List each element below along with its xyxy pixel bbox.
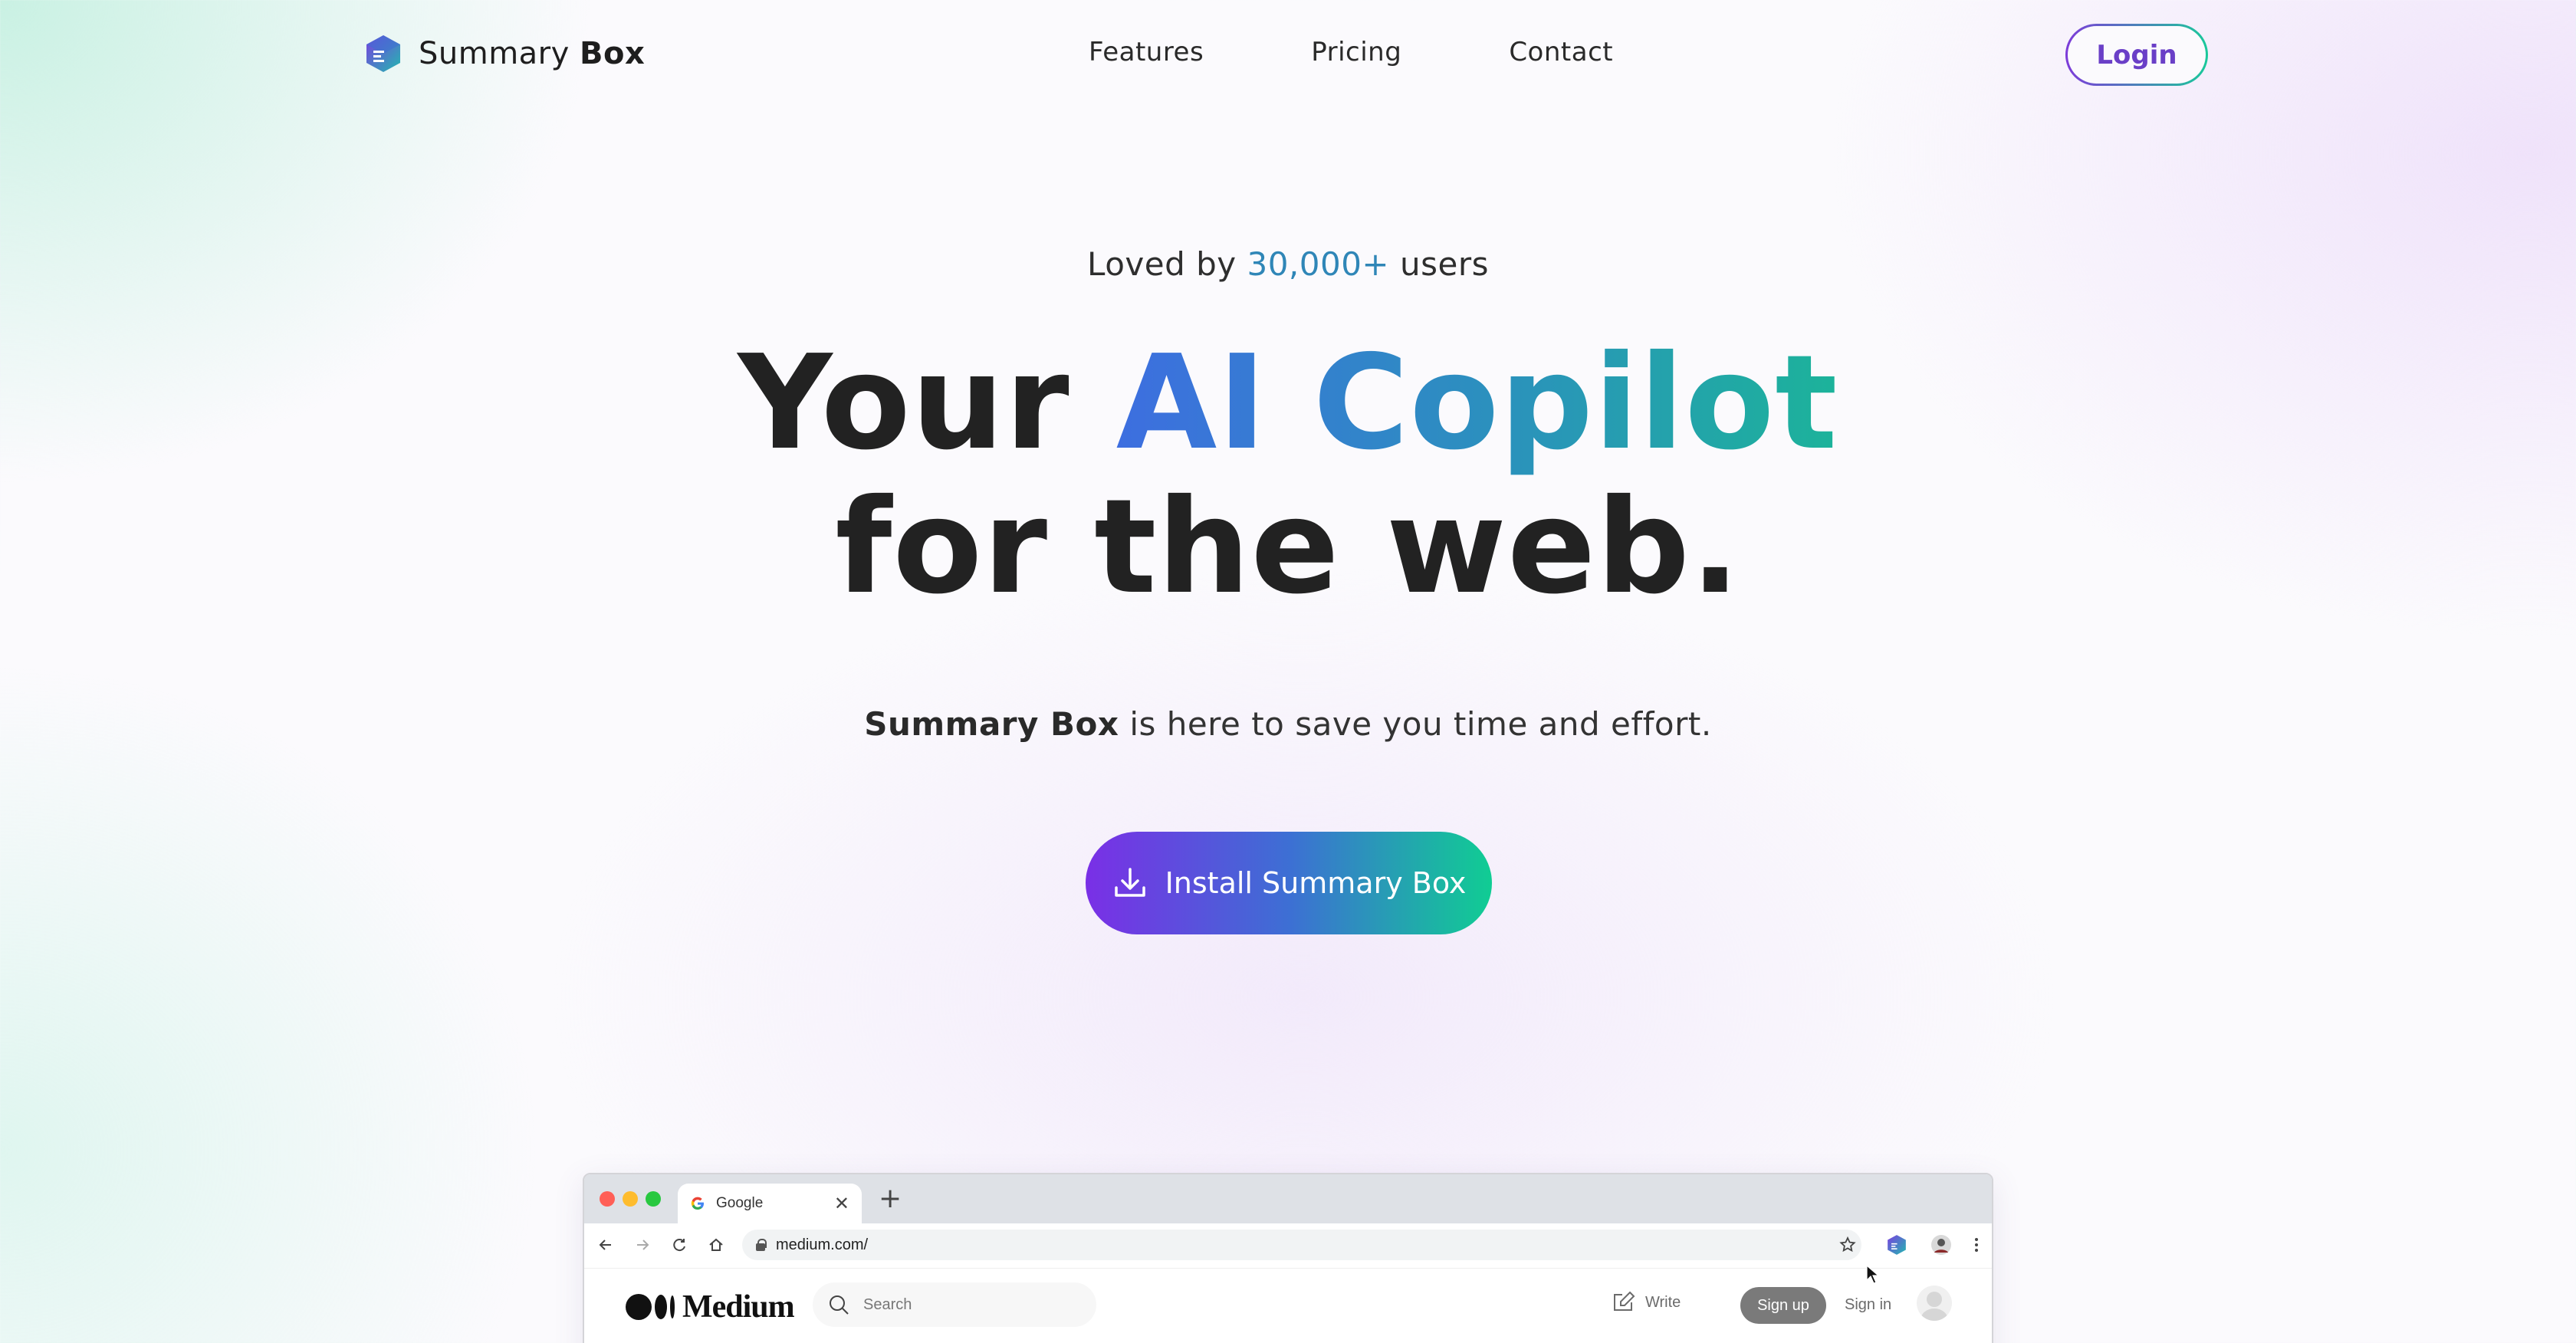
forward-arrow-icon[interactable] [632, 1234, 653, 1256]
new-tab-icon[interactable]: + [879, 1184, 902, 1214]
summary-box-extension-icon[interactable] [1886, 1234, 1907, 1256]
window-close-dot[interactable] [600, 1191, 615, 1207]
write-label: Write [1645, 1293, 1681, 1311]
social-proof: Loved by 30,000+ users [1087, 245, 1489, 283]
medium-logo[interactable]: Medium [626, 1289, 795, 1325]
brand-name: Summary Box [419, 36, 646, 71]
mouse-cursor-icon [1866, 1265, 1880, 1284]
tab-title: Google [716, 1195, 764, 1211]
nav-links: Features Pricing Contact [1089, 37, 1613, 67]
medium-search-input[interactable]: Search [813, 1282, 1096, 1327]
medium-wordmark: Medium [682, 1289, 795, 1325]
window-maximize-dot[interactable] [646, 1191, 661, 1207]
download-icon [1114, 868, 1145, 897]
address-bar[interactable]: medium.com/ [742, 1230, 1861, 1260]
install-button[interactable]: Install Summary Box [1086, 832, 1492, 934]
medium-site: Medium Search Write Sign up Sign in [584, 1268, 1992, 1343]
home-icon[interactable] [705, 1234, 727, 1256]
reload-icon[interactable] [669, 1234, 690, 1256]
medium-write-button[interactable]: Write [1612, 1290, 1681, 1315]
medium-avatar[interactable] [1917, 1286, 1952, 1321]
more-menu-icon[interactable] [1966, 1234, 1987, 1256]
lock-icon [756, 1239, 767, 1251]
medium-signin-link[interactable]: Sign in [1845, 1296, 1891, 1314]
profile-avatar-icon[interactable] [1930, 1234, 1952, 1256]
brand[interactable]: Summary Box [365, 34, 645, 74]
user-count: 30,000+ [1247, 245, 1390, 283]
hero-subtitle: Summary Box is here to save you time and… [864, 705, 1712, 743]
search-icon [830, 1295, 849, 1315]
url-text: medium.com/ [776, 1236, 869, 1253]
nav-link-contact[interactable]: Contact [1509, 37, 1613, 67]
browser-mockup: Google ✕ + medium.com/ Medium Search Wri… [583, 1173, 1993, 1343]
nav-link-features[interactable]: Features [1089, 37, 1204, 67]
bookmark-star-icon[interactable] [1837, 1234, 1858, 1256]
summary-box-logo-icon [366, 35, 400, 72]
search-placeholder: Search [863, 1295, 912, 1313]
install-label: Install Summary Box [1165, 866, 1467, 900]
browser-tabstrip: Google ✕ + [584, 1174, 1992, 1223]
login-button[interactable]: Login [2065, 24, 2208, 86]
google-icon [691, 1197, 704, 1210]
headline-line2: for the web. [835, 471, 1741, 623]
headline-highlight: AI Copilot [1116, 327, 1838, 479]
nav-link-pricing[interactable]: Pricing [1311, 37, 1401, 67]
browser-tab-google[interactable]: Google ✕ [678, 1184, 862, 1223]
medium-dots-icon [626, 1294, 675, 1320]
browser-toolbar: medium.com/ [584, 1223, 1992, 1266]
tab-close-icon[interactable]: ✕ [834, 1193, 849, 1214]
window-minimize-dot[interactable] [623, 1191, 638, 1207]
write-icon [1614, 1291, 1635, 1311]
top-nav: Summary Box Features Pricing Contact Log… [0, 0, 2576, 110]
login-label: Login [2068, 26, 2206, 84]
hero-headline: Your AI Copilot for the web. [738, 327, 1838, 623]
back-arrow-icon[interactable] [595, 1234, 616, 1256]
medium-signup-button[interactable]: Sign up [1740, 1287, 1826, 1324]
